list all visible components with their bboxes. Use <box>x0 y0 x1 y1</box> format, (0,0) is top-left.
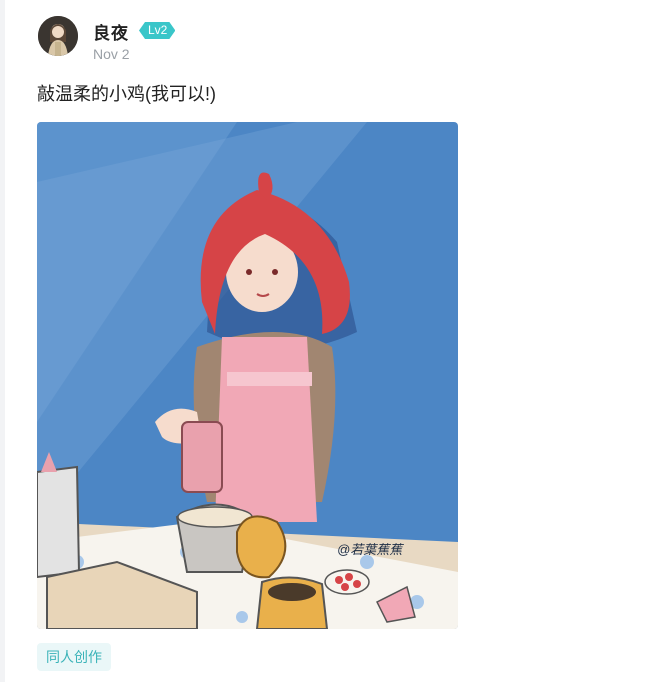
tag-chip[interactable]: 同人创作 <box>37 643 111 671</box>
post-artwork-image[interactable]: @若葉蕉蕉 <box>37 122 458 629</box>
post-title: 敲温柔的小鸡(我可以!) <box>37 84 216 104</box>
avatar-image <box>38 16 78 56</box>
post-date: Nov 2 <box>93 46 130 62</box>
author-avatar[interactable] <box>38 16 78 56</box>
artwork-illustration: @若葉蕉蕉 <box>37 122 458 629</box>
author-name[interactable]: 良夜 <box>93 19 129 44</box>
left-border <box>0 0 5 682</box>
level-badge: Lv2 <box>139 22 175 39</box>
artwork-signature: @若葉蕉蕉 <box>337 542 404 557</box>
